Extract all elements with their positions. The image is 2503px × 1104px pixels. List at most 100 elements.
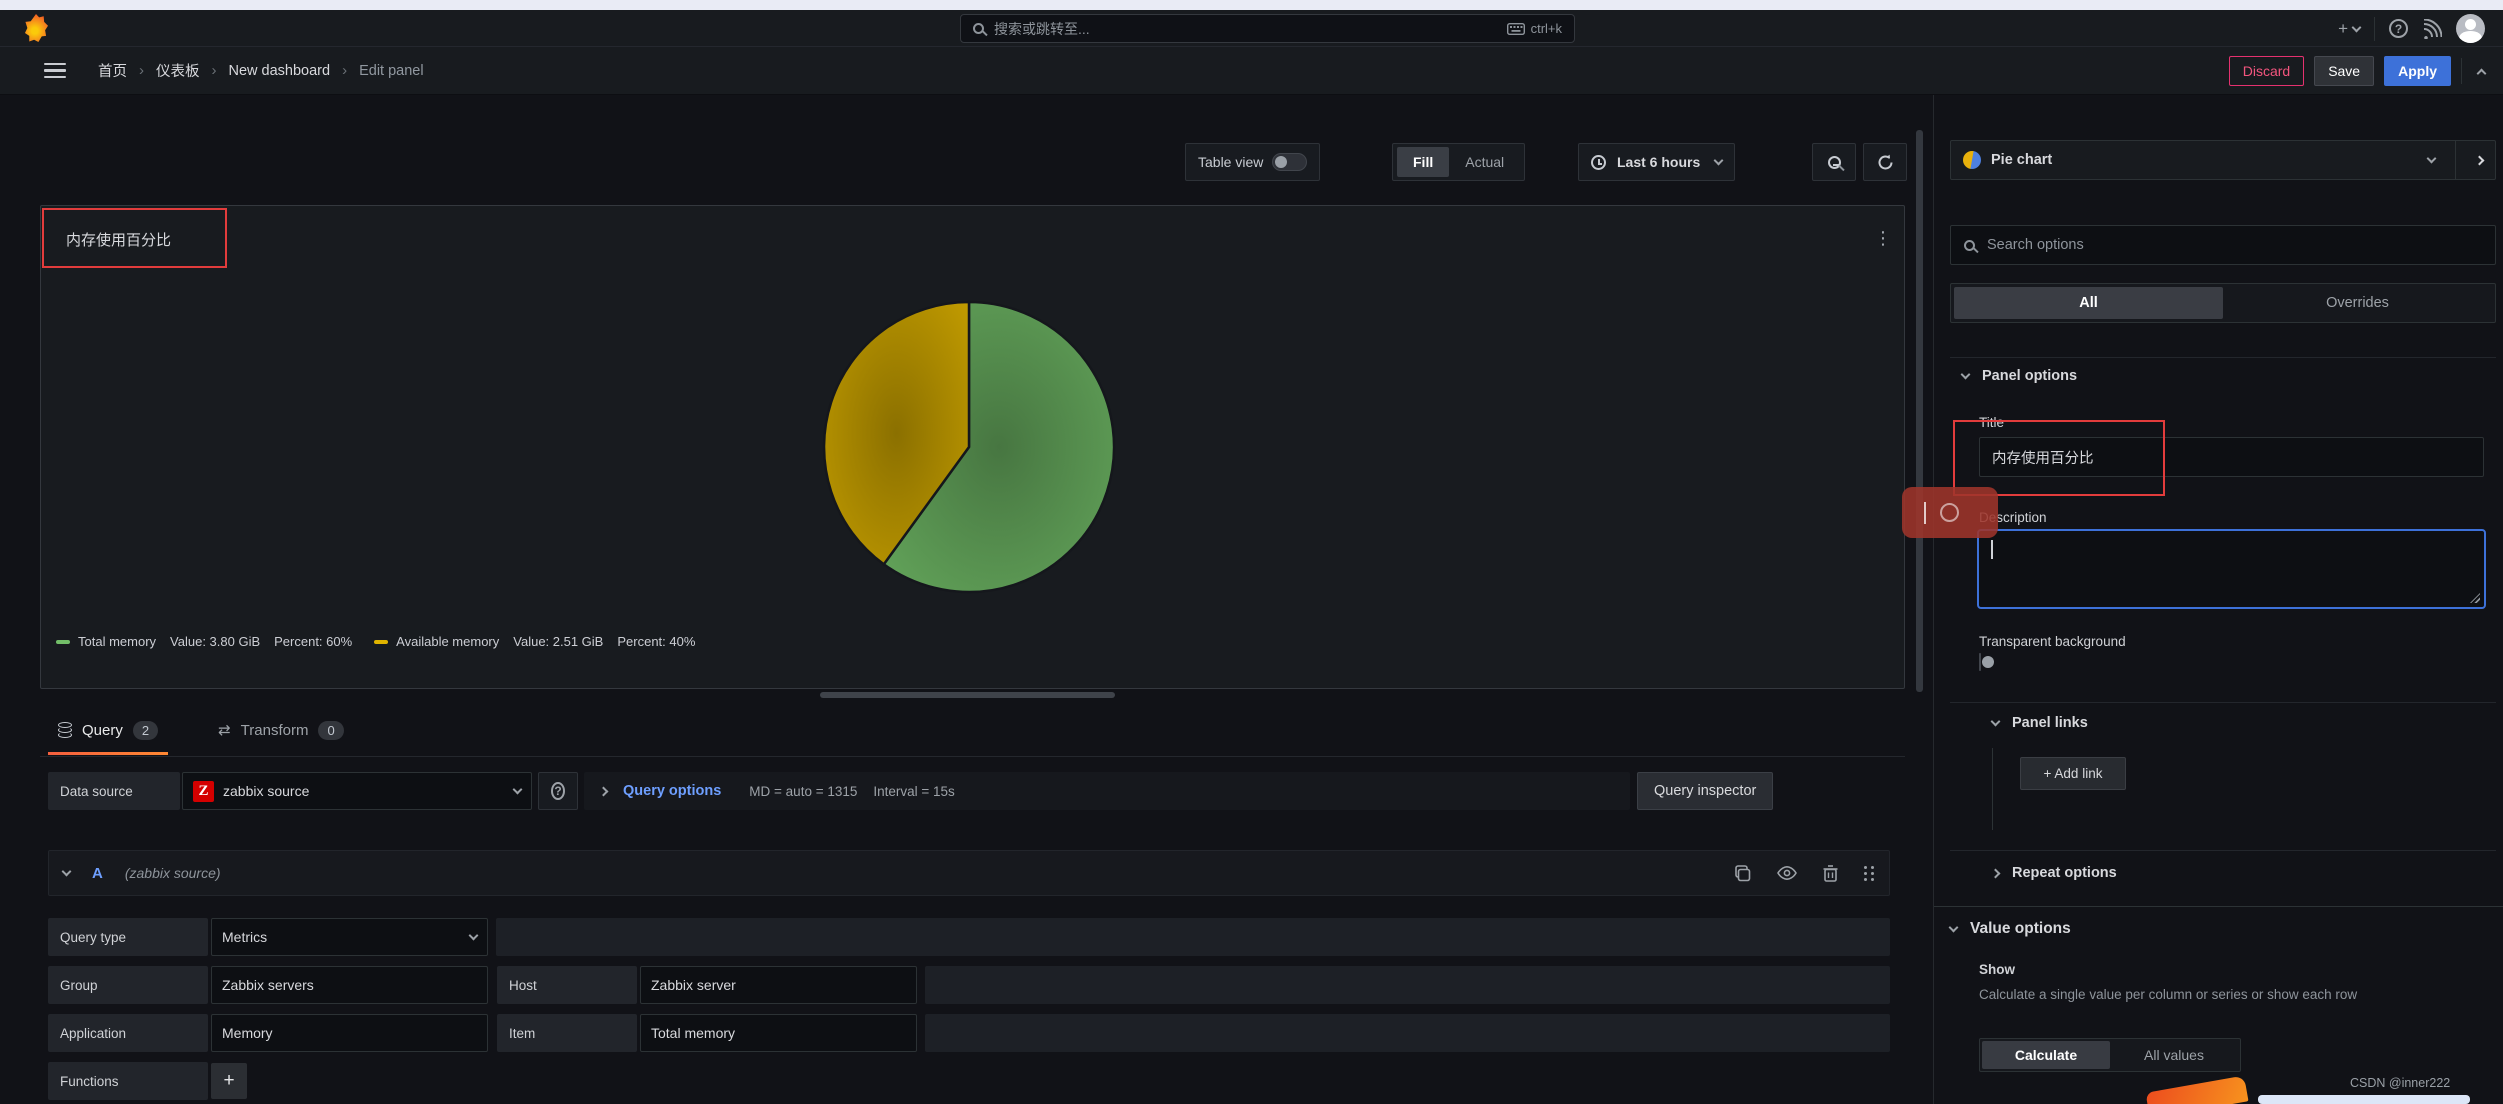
chevron-down-icon bbox=[2426, 153, 2437, 164]
panel-options-title: Panel options bbox=[1982, 368, 2078, 384]
news-rss-icon[interactable] bbox=[2422, 18, 2442, 39]
breadcrumb-dashboards[interactable]: 仪表板 bbox=[156, 60, 200, 81]
row-filler bbox=[925, 966, 1890, 1004]
table-view-toggle[interactable] bbox=[1272, 153, 1308, 171]
tab-transform-label: Transform bbox=[240, 721, 309, 739]
global-search-input[interactable] bbox=[994, 20, 1497, 37]
pie-chart[interactable] bbox=[819, 297, 1119, 597]
navbar-actions: + ? bbox=[2338, 10, 2485, 47]
csdn-watermark: CSDN @inner222 bbox=[2350, 1076, 2451, 1090]
resize-handle-icon[interactable] bbox=[2470, 593, 2480, 603]
repeat-options-header[interactable]: Repeat options bbox=[1990, 865, 2117, 881]
tab-transform[interactable]: ⇄ Transform 0 bbox=[208, 705, 354, 755]
refresh-icon bbox=[1878, 154, 1892, 169]
tab-query[interactable]: Query 2 bbox=[48, 705, 169, 755]
sidebar-divider bbox=[1933, 95, 1934, 1104]
group-label: Group bbox=[48, 966, 208, 1004]
table-view-label: Table view bbox=[1198, 154, 1264, 170]
collapse-sidebar-icon[interactable] bbox=[2474, 155, 2485, 165]
chevron-down-icon bbox=[1713, 155, 1724, 166]
application-input[interactable]: Memory bbox=[211, 1014, 488, 1052]
trash-icon[interactable] bbox=[1823, 864, 1838, 882]
tool-bar-icon bbox=[1924, 501, 1926, 524]
add-link-button[interactable]: + Add link bbox=[2020, 757, 2126, 790]
refresh-button[interactable] bbox=[1863, 143, 1907, 181]
panel-links-title: Panel links bbox=[2012, 715, 2088, 731]
menu-toggle-icon[interactable] bbox=[44, 62, 66, 79]
breadcrumb-separator: › bbox=[139, 62, 144, 79]
query-options-link[interactable]: Query options bbox=[623, 783, 721, 799]
fill-actual-segmented: Fill Actual bbox=[1392, 143, 1526, 181]
tab-overrides[interactable]: Overrides bbox=[2223, 287, 2492, 319]
actual-option[interactable]: Actual bbox=[1449, 147, 1520, 177]
query-inspector-button[interactable]: Query inspector bbox=[1637, 772, 1774, 810]
item-input[interactable]: Total memory bbox=[640, 1014, 917, 1052]
panel-options-header[interactable]: Panel options bbox=[1960, 368, 2078, 384]
transparent-bg-toggle[interactable] bbox=[1979, 653, 1981, 671]
datasource-label: Data source bbox=[48, 772, 180, 810]
horizontal-scrollbar[interactable] bbox=[820, 692, 1115, 698]
save-button[interactable]: Save bbox=[2314, 56, 2375, 86]
panel-title-input[interactable] bbox=[1979, 437, 2484, 477]
add-function-button[interactable]: + bbox=[211, 1063, 247, 1099]
options-search[interactable] bbox=[1950, 225, 2496, 265]
tab-all-options[interactable]: All bbox=[1954, 287, 2223, 319]
value-options-header[interactable]: Value options bbox=[1948, 920, 2071, 938]
query-options-row: Query options MD = auto = 1315 Interval … bbox=[584, 772, 1630, 810]
vertical-scrollbar[interactable] bbox=[1916, 130, 1923, 692]
duplicate-icon[interactable] bbox=[1733, 864, 1751, 882]
new-menu-button[interactable]: + bbox=[2338, 19, 2362, 39]
query-row-header[interactable]: A (zabbix source) bbox=[48, 850, 1890, 896]
fill-option[interactable]: Fill bbox=[1397, 147, 1450, 177]
host-input[interactable]: Zabbix server bbox=[640, 966, 917, 1004]
eye-icon[interactable] bbox=[1777, 866, 1797, 880]
viz-picker[interactable]: Pie chart bbox=[1950, 140, 2496, 180]
discard-button[interactable]: Discard bbox=[2228, 56, 2305, 86]
browser-top-strip bbox=[0, 0, 2503, 10]
user-avatar[interactable] bbox=[2456, 14, 2485, 43]
interval-info: Interval = 15s bbox=[873, 783, 955, 799]
chevron-down-icon bbox=[1948, 922, 1959, 933]
legend-series-name[interactable]: Total memory bbox=[78, 634, 156, 649]
search-icon bbox=[973, 23, 984, 34]
options-search-input[interactable] bbox=[1987, 237, 2482, 253]
breadcrumb-current: Edit panel bbox=[359, 62, 424, 79]
panel-menu-icon[interactable]: ⋮ bbox=[1874, 228, 1892, 249]
chevron-down-icon bbox=[512, 784, 523, 795]
datasource-help-button[interactable]: ? bbox=[538, 772, 578, 810]
csdn-logo bbox=[2145, 1075, 2249, 1104]
drag-handle-icon[interactable] bbox=[1864, 865, 1875, 881]
collapse-header-icon[interactable] bbox=[2476, 68, 2487, 78]
application-value: Memory bbox=[222, 1025, 273, 1041]
legend-item: Total memory Value: 3.80 GiB Percent: 60… bbox=[56, 634, 352, 649]
datasource-picker[interactable]: Z zabbix source bbox=[182, 772, 532, 810]
chart-legend: Total memory Value: 3.80 GiB Percent: 60… bbox=[56, 634, 695, 649]
functions-label: Functions bbox=[48, 1062, 208, 1100]
time-range-picker[interactable]: Last 6 hours bbox=[1578, 143, 1736, 181]
screenshot-tool-button[interactable] bbox=[1902, 487, 1998, 538]
breadcrumb-dashboard-name[interactable]: New dashboard bbox=[229, 63, 331, 79]
apply-button[interactable]: Apply bbox=[2384, 56, 2451, 86]
chevron-right-icon[interactable] bbox=[598, 786, 609, 796]
all-values-option[interactable]: All values bbox=[2110, 1041, 2238, 1069]
options-filter-tabs: All Overrides bbox=[1950, 283, 2496, 323]
section-divider bbox=[1950, 850, 2496, 851]
collapse-query-icon[interactable] bbox=[61, 866, 72, 877]
group-input[interactable]: Zabbix servers bbox=[211, 966, 488, 1004]
global-search[interactable]: ctrl+k bbox=[960, 14, 1575, 43]
query-type-select[interactable]: Metrics bbox=[211, 918, 488, 956]
grafana-edit-panel-page: ctrl+k + ? 首页 › 仪表板 › New dashboard › Ed… bbox=[0, 0, 2503, 1104]
breadcrumb-home[interactable]: 首页 bbox=[98, 60, 127, 81]
grafana-logo[interactable] bbox=[24, 14, 48, 42]
panel-links-header[interactable]: Panel links bbox=[1990, 715, 2088, 731]
calculate-option[interactable]: Calculate bbox=[1982, 1041, 2110, 1069]
help-icon[interactable]: ? bbox=[2389, 19, 2408, 38]
table-view-control: Table view bbox=[1185, 143, 1321, 181]
panel-description-textarea[interactable] bbox=[1977, 529, 2486, 609]
host-label: Host bbox=[497, 966, 637, 1004]
legend-series-name[interactable]: Available memory bbox=[396, 634, 499, 649]
query-count-badge: 2 bbox=[132, 720, 159, 740]
zoom-out-button[interactable] bbox=[1812, 143, 1856, 181]
divider bbox=[2374, 16, 2375, 41]
legend-value: Value: 3.80 GiB bbox=[170, 634, 261, 649]
